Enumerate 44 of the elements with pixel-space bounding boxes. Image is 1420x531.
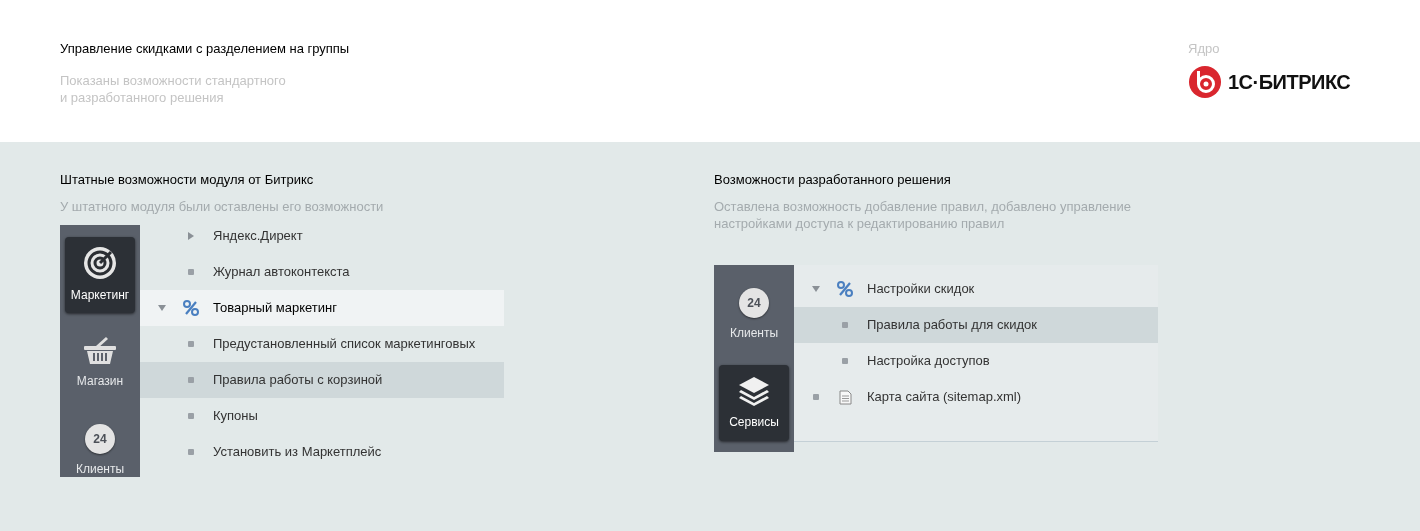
bullet-icon: [842, 322, 848, 328]
page-title: Управление скидками с разделением на группы: [60, 40, 350, 58]
cloud-icon: 24: [85, 424, 115, 454]
bullet-icon: [188, 449, 194, 455]
caret-right-icon[interactable]: [187, 232, 195, 240]
logo-text: 1С·БИТРИКС: [1228, 70, 1351, 95]
sidebar-item[interactable]: Магазин: [65, 325, 135, 401]
percent-icon: [183, 300, 199, 316]
menu-item[interactable]: Установить из Маркетплейс: [140, 434, 504, 470]
section-title: Штатные возможности модуля от Битрикс: [60, 171, 315, 189]
bullet-icon: [188, 377, 194, 383]
menu-item[interactable]: Карта сайта (sitemap.xml): [794, 379, 1158, 415]
section-title: Возможности разработанного решения: [714, 171, 952, 189]
menu-item[interactable]: Предустановленный список маркетинговых: [140, 326, 504, 362]
menu-item[interactable]: Яндекс.Директ: [140, 218, 504, 254]
sidebar-item[interactable]: Маркетинг: [65, 237, 135, 313]
menu-item[interactable]: Правила работы с корзиной: [140, 362, 504, 398]
bullet-icon: [188, 269, 194, 275]
sidebar-item[interactable]: 24 Клиенты: [65, 413, 135, 477]
menu-item[interactable]: Купоны: [140, 398, 504, 434]
layers-icon: [737, 375, 771, 407]
page-subtitle: Показаны возможности стандартного и разработанного решения: [60, 72, 287, 106]
percent-icon: [837, 281, 853, 297]
menu-item[interactable]: Настройки скидок: [794, 271, 1158, 307]
caret-down-icon[interactable]: [811, 285, 820, 293]
section-description: У штатного модуля были оставлены его возможности: [60, 198, 385, 215]
core-label: Ядро: [1188, 40, 1221, 58]
bullet-icon: [188, 413, 194, 419]
menu-item[interactable]: Товарный маркетинг: [140, 290, 504, 326]
bullet-icon: [812, 394, 819, 400]
target-icon: [83, 246, 117, 280]
logo-icon: [1188, 65, 1222, 99]
section-description: Оставлена возможность добавление правил, добавлено управление настройками доступа к редактированию правил: [714, 198, 1132, 232]
menu-item[interactable]: Правила работы для скидок: [794, 307, 1158, 343]
sidebar-item[interactable]: 24 Клиенты: [719, 277, 789, 353]
menu-item[interactable]: Журнал автоконтекста: [140, 254, 504, 290]
document-icon: [838, 389, 852, 405]
bullet-icon: [188, 341, 194, 347]
basket-icon: [83, 336, 117, 366]
cloud-icon: 24: [739, 288, 769, 318]
menu-item[interactable]: Настройка доступов: [794, 343, 1158, 379]
bullet-icon: [842, 358, 848, 364]
caret-down-icon[interactable]: [157, 304, 166, 312]
sidebar-item[interactable]: Сервисы: [719, 365, 789, 441]
